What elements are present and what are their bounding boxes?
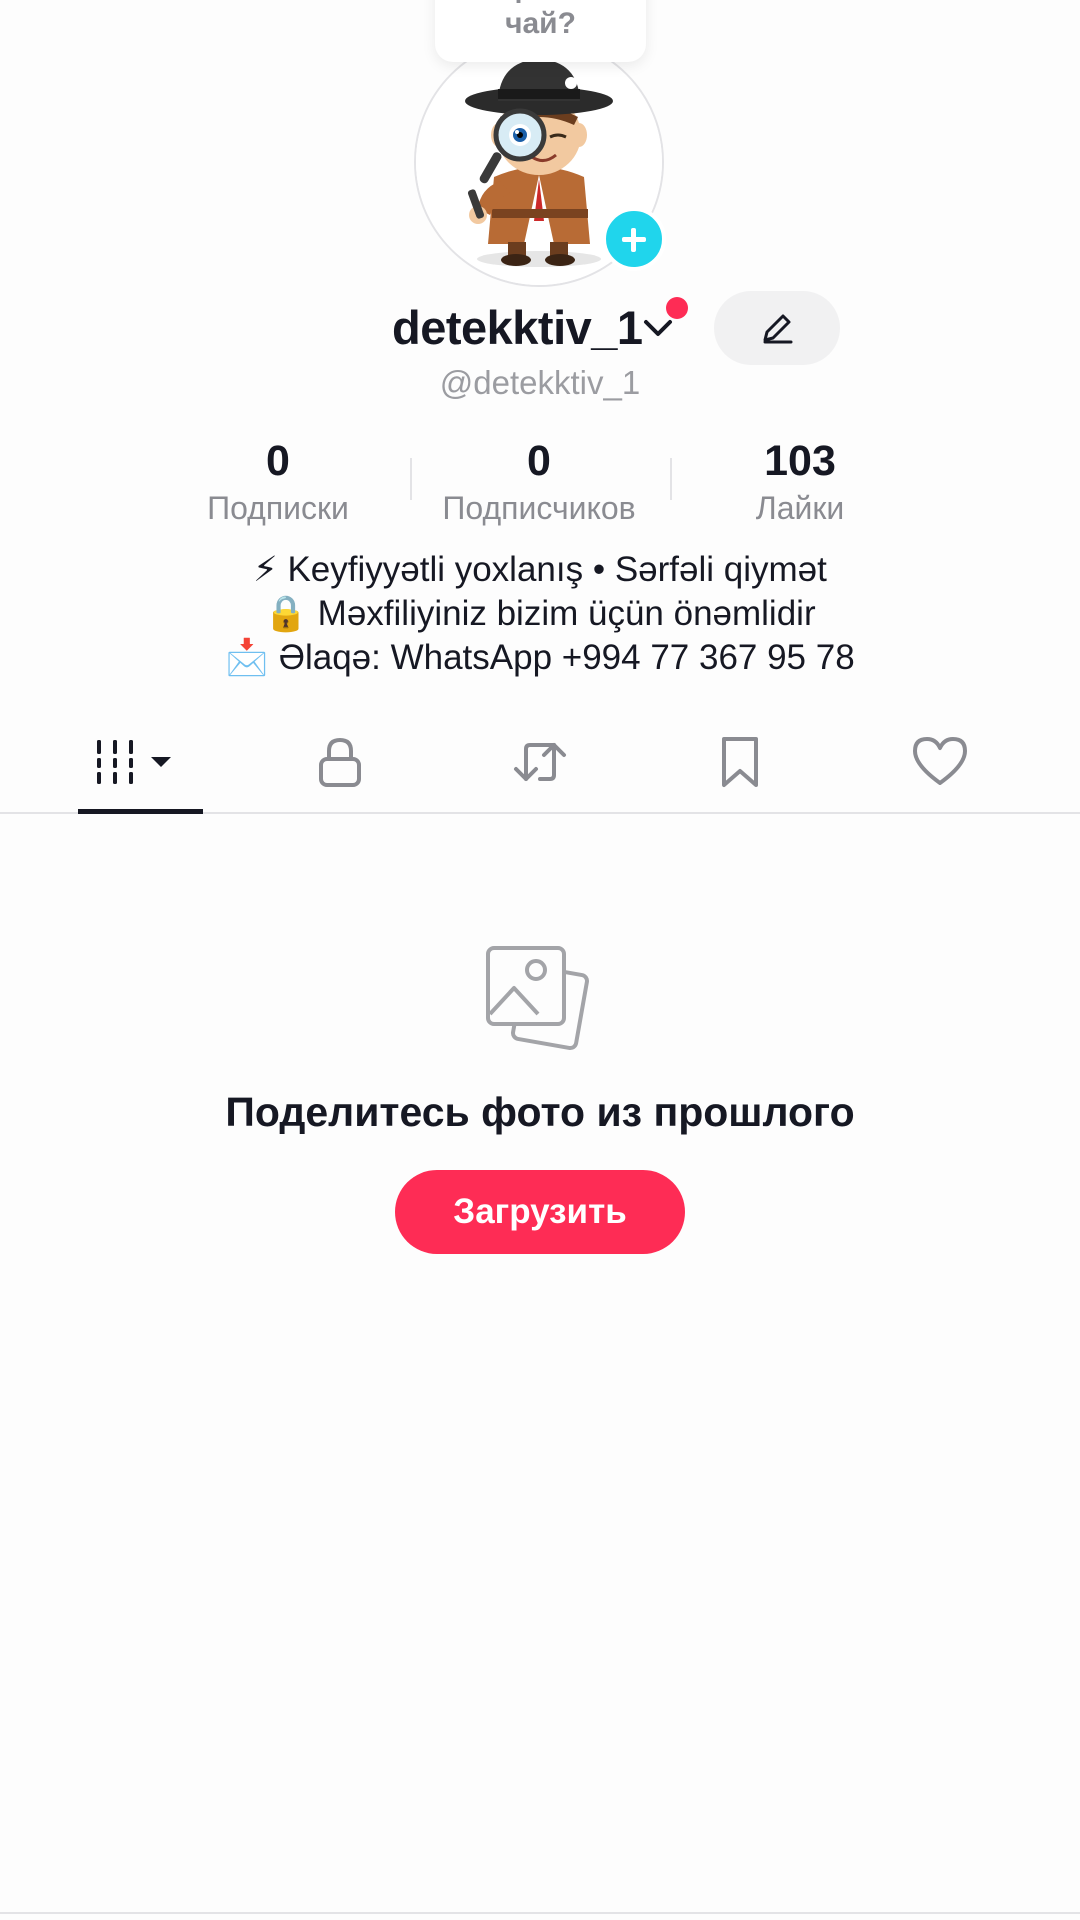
notification-dot [666, 297, 688, 319]
bio-line: 📩 Əlaqə: WhatsApp +994 77 367 95 78 [225, 638, 855, 677]
stat-label: Подписчиков [442, 490, 636, 526]
profile-tabs [0, 712, 1080, 814]
stat-label: Лайки [755, 490, 845, 526]
lock-icon [319, 737, 361, 787]
stat-value: 103 [764, 437, 836, 485]
stat-value: 0 [527, 437, 551, 485]
username-handle: @detekktiv_1 [439, 364, 641, 401]
edit-profile-button[interactable] [714, 291, 840, 365]
stat-followers[interactable]: 0 Подписчиков [419, 436, 659, 528]
stat-label: Подписки [207, 490, 349, 526]
tab-liked[interactable] [840, 712, 1040, 812]
bookmark-icon [722, 737, 758, 787]
tab-favorites[interactable] [640, 712, 840, 812]
stat-divider [670, 458, 672, 500]
profile-bio: ⚡ Keyfiyyətli yoxlanış • Sərfəli qiymət … [0, 548, 1080, 680]
empty-state-title: Поделитесь фото из прошлого [225, 1089, 855, 1135]
heart-icon [913, 737, 967, 785]
profile-name-row: detekktiv_1 [0, 291, 1080, 365]
stat-divider [410, 458, 412, 500]
photos-icon [486, 946, 589, 1051]
tab-private[interactable] [240, 712, 440, 812]
avatar-tooltip[interactable]: Кофе или чай? [435, 0, 646, 62]
chevron-down-icon[interactable] [640, 314, 676, 344]
profile-page: Кофе или чай? [0, 0, 1080, 1920]
repost-icon [514, 743, 566, 781]
bio-line: 🔒 Məxfiliyiniz bizim üçün önəmlidir [264, 594, 816, 633]
tab-reposts[interactable] [440, 712, 640, 812]
add-avatar-button[interactable] [602, 207, 666, 271]
display-name[interactable]: detekktiv_1 [392, 300, 643, 356]
upload-button[interactable]: Загрузить [395, 1170, 685, 1254]
bio-line: ⚡ Keyfiyyətli yoxlanış • Sərfəli qiymət [253, 550, 827, 589]
bottom-divider [0, 1912, 1080, 1914]
profile-stats: 0 Подписки 0 Подписчиков 103 Лайки [0, 436, 1080, 536]
pencil-icon [763, 314, 793, 344]
stat-value: 0 [266, 437, 290, 485]
stat-likes[interactable]: 103 Лайки [680, 436, 920, 528]
tab-videos[interactable] [40, 712, 240, 812]
active-tab-indicator [78, 809, 203, 814]
stat-following[interactable]: 0 Подписки [158, 436, 398, 528]
grid-icon [97, 740, 171, 784]
